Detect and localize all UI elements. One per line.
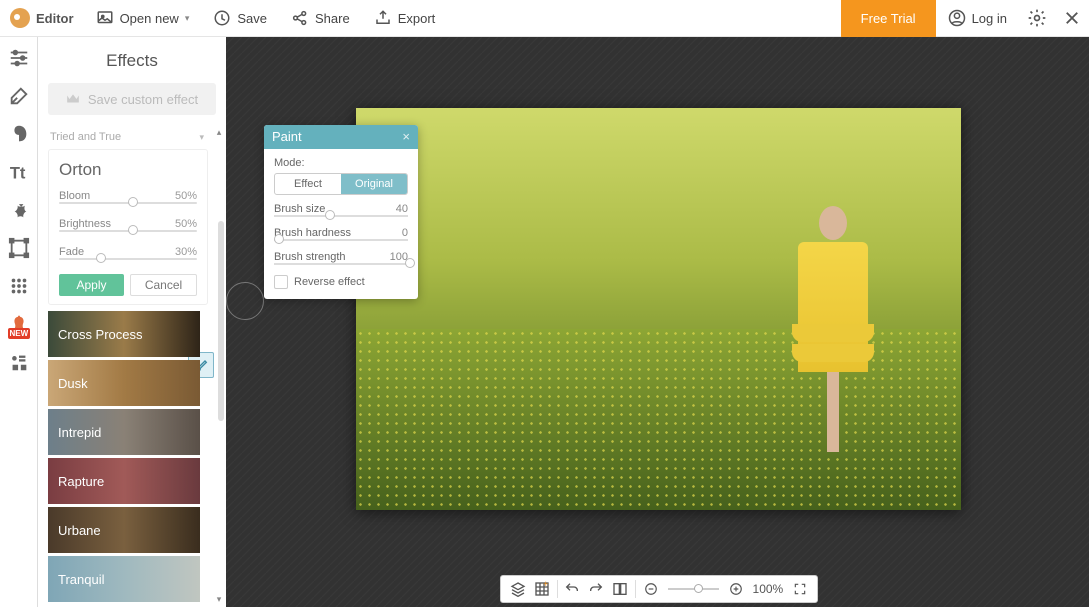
gear-icon — [1027, 8, 1047, 28]
cancel-button[interactable]: Cancel — [130, 274, 197, 296]
rail-touchup[interactable] — [6, 121, 32, 147]
crown-icon — [66, 93, 80, 105]
export-icon — [374, 9, 392, 27]
zoom-out-button[interactable] — [640, 578, 662, 600]
save-button[interactable]: Save — [201, 0, 279, 37]
effect-thumb-tranquil[interactable]: Tranquil — [48, 556, 200, 602]
share-icon — [291, 9, 309, 27]
logo-icon — [10, 8, 30, 28]
rail-themes[interactable]: NEW — [6, 311, 32, 337]
canvas-area: Paint × Mode: Effect Original Brush size… — [226, 37, 1089, 607]
slider-bloom[interactable]: Bloom 50% — [59, 190, 197, 204]
settings-button[interactable] — [1019, 0, 1055, 37]
rail-more[interactable] — [6, 349, 32, 375]
panel-scrollbar[interactable] — [218, 221, 224, 421]
apply-button[interactable]: Apply — [59, 274, 124, 296]
bottom-toolbar: + 100% — [500, 575, 818, 603]
open-new-button[interactable]: Open new ▾ — [84, 0, 202, 37]
reverse-effect-label: Reverse effect — [294, 276, 365, 288]
reverse-effect-checkbox[interactable] — [274, 275, 288, 289]
paint-brush size[interactable]: Brush size 40 — [274, 203, 408, 217]
effect-thumb-cross process[interactable]: Cross Process — [48, 311, 200, 357]
grid-button[interactable]: + — [531, 578, 553, 600]
image-icon — [96, 9, 114, 27]
rail-textures[interactable] — [6, 273, 32, 299]
paint-brush hardness[interactable]: Brush hardness 0 — [274, 227, 408, 241]
save-custom-effect-button[interactable]: Save custom effect — [48, 83, 216, 115]
new-badge: NEW — [8, 328, 31, 339]
slider-brightness[interactable]: Brightness 50% — [59, 218, 197, 232]
login-button[interactable]: Log in — [936, 0, 1019, 37]
effect-name: Orton — [59, 160, 197, 180]
chevron-down-icon: ▾ — [185, 13, 190, 24]
scroll-down-arrow[interactable]: ▾ — [214, 594, 224, 605]
slider-fade[interactable]: Fade 30% — [59, 246, 197, 260]
paint-brush strength[interactable]: Brush strength 100 — [274, 251, 408, 265]
zoom-slider[interactable] — [668, 588, 719, 590]
effect-thumb-urbane[interactable]: Urbane — [48, 507, 200, 553]
logo-text: Editor — [36, 11, 74, 26]
effect-settings-card: Orton Bloom 50% Brightness 50% Fade 30% … — [48, 149, 208, 305]
layers-button[interactable] — [507, 578, 529, 600]
share-button[interactable]: Share — [279, 0, 362, 37]
user-icon — [948, 9, 966, 27]
rail-tools[interactable] — [6, 83, 32, 109]
mode-original-tab[interactable]: Original — [341, 174, 407, 194]
mode-effect-tab[interactable]: Effect — [275, 174, 341, 194]
mode-tabs: Effect Original — [274, 173, 408, 195]
brush-cursor — [226, 282, 264, 320]
rail-frames[interactable] — [6, 235, 32, 261]
effect-thumb-intrepid[interactable]: Intrepid — [48, 409, 200, 455]
category-dropdown[interactable]: Tried and True — [48, 127, 208, 149]
paint-popup-title: Paint — [272, 125, 302, 149]
rail-overlays[interactable] — [6, 197, 32, 223]
mode-label: Mode: — [274, 157, 408, 169]
tool-rail: Tt NEW — [0, 37, 38, 607]
effect-thumb-dusk[interactable]: Dusk — [48, 360, 200, 406]
free-trial-button[interactable]: Free Trial — [841, 0, 936, 37]
redo-button[interactable] — [585, 578, 607, 600]
export-button[interactable]: Export — [362, 0, 448, 37]
zoom-value: 100% — [753, 582, 784, 596]
undo-button[interactable] — [562, 578, 584, 600]
compare-button[interactable] — [609, 578, 631, 600]
effects-panel: Effects Save custom effect ▴ Tried and T… — [38, 37, 226, 607]
zoom-in-button[interactable] — [725, 578, 747, 600]
save-icon — [213, 9, 231, 27]
paint-popup: Paint × Mode: Effect Original Brush size… — [264, 125, 418, 299]
logo: Editor — [0, 8, 84, 28]
paint-popup-close[interactable]: × — [402, 125, 410, 149]
rail-adjustments[interactable] — [6, 45, 32, 71]
effect-thumb-rapture[interactable]: Rapture — [48, 458, 200, 504]
svg-text:Tt: Tt — [9, 164, 25, 182]
close-icon — [1063, 9, 1081, 27]
top-toolbar: Editor Open new ▾ Save Share Export Free… — [0, 0, 1089, 37]
panel-title: Effects — [38, 37, 226, 83]
canvas-image[interactable] — [356, 108, 961, 510]
close-button[interactable] — [1055, 0, 1089, 37]
scroll-up-arrow[interactable]: ▴ — [214, 127, 224, 138]
rail-text[interactable]: Tt — [6, 159, 32, 185]
fullscreen-button[interactable] — [789, 578, 811, 600]
